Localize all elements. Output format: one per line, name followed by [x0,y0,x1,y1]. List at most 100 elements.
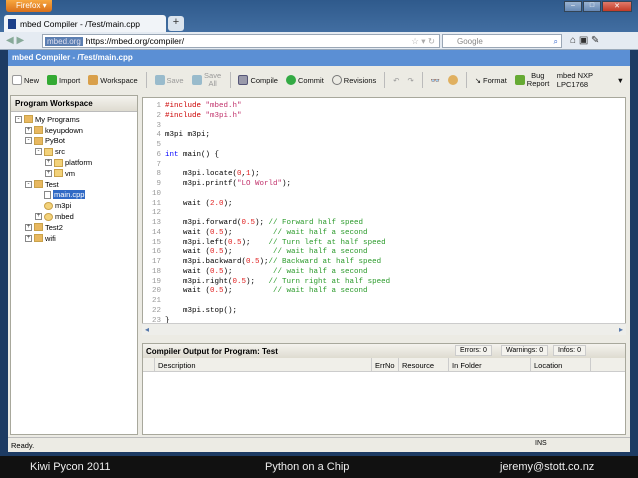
bookmark-star-icon[interactable]: ☆ ▾ ↻ [411,36,439,47]
prog-icon [34,223,43,232]
scroll-left-icon[interactable]: ◂ [145,325,149,334]
commit-icon [285,75,296,85]
tree-item[interactable]: main.cpp [11,190,137,201]
expand-icon[interactable]: + [35,213,42,221]
tree-item[interactable]: - My Programs [11,114,137,125]
collapse-icon[interactable]: - [25,137,32,145]
errors-count[interactable]: Errors: 0 [455,345,492,356]
collapse-icon[interactable]: - [25,180,32,188]
folder-icon [54,158,63,167]
new-tab-button[interactable]: + [168,16,184,31]
code-token: ); [241,238,269,247]
scroll-right-icon[interactable]: ▸ [619,325,623,334]
warnings-count[interactable]: Warnings: 0 [501,345,549,356]
format-button[interactable]: ↘ Format [475,76,507,85]
code-line: 16 wait (0.5); // wait half a second [143,248,390,258]
tree-item[interactable]: + platform [11,157,137,168]
expand-icon[interactable]: + [25,234,32,242]
line-number: 6 [156,150,161,159]
mbed-favicon-icon [8,18,16,29]
prog-icon [34,136,43,145]
search-input[interactable]: Google ⌕ [442,34,562,48]
code-line: 8 m3pi.locate(0, 1); [143,170,390,180]
site-identity[interactable]: mbed.org [45,36,83,46]
line-number: 20 [151,287,161,296]
revisions-button[interactable]: Revisions [331,75,376,85]
workspace-button[interactable]: Workspace [88,75,138,85]
tree-item[interactable]: - src [11,146,137,157]
code-editor[interactable]: 1 #include "mbed.h" 2 #include "m3pi.h" 3 4 m3… [142,97,626,335]
line-number: 3 [156,121,161,130]
import-icon [47,75,58,85]
tree-item[interactable]: m3pi [11,200,137,211]
expand-icon[interactable]: + [25,223,32,231]
folder-icon [54,169,63,178]
code-line: 1 #include "mbed.h" [143,102,390,112]
bug-report-button[interactable]: Bug Report [514,72,549,88]
code-token: ); [223,267,274,276]
lib-icon [44,201,53,210]
app-title: mbed Compiler - /Test/main.cpp [8,50,630,66]
horizontal-scrollbar[interactable]: ◂ ▸ [142,323,626,335]
code-token: ); [223,287,274,296]
code-token: int [165,150,179,159]
tree-item[interactable]: - PyBot [11,136,137,147]
code-token: m3pi m3pi; [165,131,211,140]
code-token: 0.5 [241,219,256,227]
platform-select[interactable]: mbed NXP LPC1768 ▼ [557,71,630,89]
save-all-button[interactable]: Save All [191,72,222,88]
libraries-button[interactable] [447,75,458,85]
expand-icon[interactable]: + [45,169,52,177]
find-button[interactable]: 👓 [431,76,440,85]
redo-button[interactable]: ↷ [407,76,413,85]
column-errno[interactable]: ErrNo [372,358,399,371]
home-icon[interactable]: ⌂ ▣ ✎ [570,35,599,46]
minimize-button[interactable]: – [564,1,582,12]
code-line: 22 m3pi.stop(); [143,307,390,317]
collapse-icon[interactable]: - [35,148,42,156]
tree-item[interactable]: + Test2 [11,222,137,233]
save-button[interactable]: Save [154,75,184,85]
maximize-button[interactable]: □ [583,1,601,12]
tree-item[interactable]: + keyupdown [11,125,137,136]
line-number: 12 [151,209,161,218]
divider [421,72,423,88]
expand-icon[interactable]: + [45,159,52,167]
line-number: 13 [151,219,161,227]
new-button[interactable]: New [12,75,39,85]
footer-event: Kiwi Pycon 2011 [30,461,111,473]
tree-item-label: Test [45,179,59,189]
column-description[interactable]: Description [155,358,372,371]
column-in-folder[interactable]: In Folder [449,358,531,371]
line-number: 16 [151,248,161,257]
tree-item[interactable]: + mbed [11,211,137,222]
expand-icon[interactable]: + [25,126,32,134]
column-resource[interactable]: Resource [399,358,449,371]
tree-item[interactable]: - Test [11,179,137,190]
search-icon[interactable]: ⌕ [554,37,561,47]
infos-count[interactable]: Infos: 0 [553,345,586,356]
import-button[interactable]: Import [47,75,80,85]
footer-email: jeremy@stott.co.nz [500,461,595,473]
collapse-icon[interactable]: - [15,115,22,123]
code-line: 19 m3pi.right(0.5); // Turn right at hal… [143,278,390,288]
column-location[interactable]: Location [531,358,591,371]
line-number: 21 [151,297,161,305]
close-button[interactable]: ✕ [602,1,632,12]
save-all-icon [191,75,202,85]
commit-button[interactable]: Commit [285,75,324,85]
browser-tab[interactable]: mbed Compiler - /Test/main.cpp [4,15,166,32]
code-token: m3pi.stop(); [165,306,238,315]
code-token: ); [259,258,269,266]
code-line: 20 wait (0.5); // wait half a second [143,287,390,297]
url-bar[interactable]: mbed.org https://mbed.org/compiler/☆ ▾ ↻ [42,34,440,48]
code-token: wait ( [165,199,211,208]
line-number: 2 [156,111,161,120]
undo-button[interactable]: ↶ [393,76,399,85]
tree-item[interactable]: + wifi [11,233,137,244]
tree-item[interactable]: + vm [11,168,137,179]
back-forward-icon[interactable]: ◀ ▶ [6,35,24,46]
firefox-menu-button[interactable]: Firefox ▾ [6,0,52,12]
code-token: // wait half a second [273,248,368,257]
compile-button[interactable]: Compile [238,75,278,85]
